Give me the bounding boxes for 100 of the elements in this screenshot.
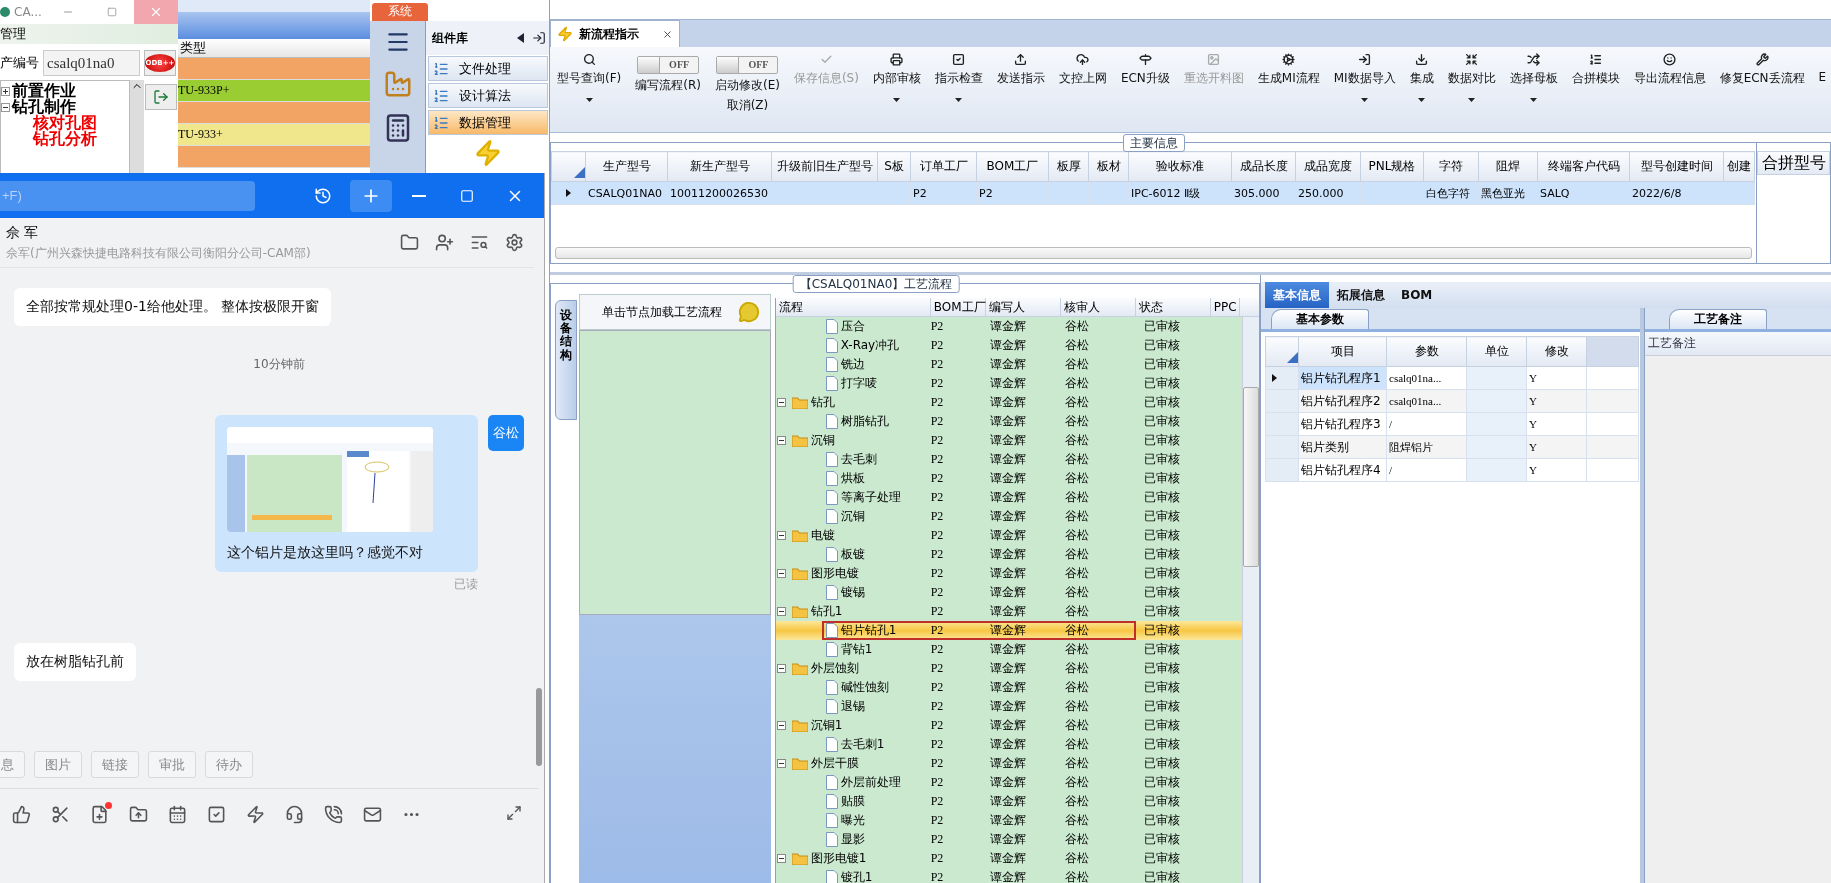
toolbar-button[interactable]: 型号查询(F) [550,49,629,105]
tree-row[interactable]: 贴膜 P2 谭金辉 谷松 已审核 [775,792,1242,811]
toggle-control[interactable]: OFF 启动修改(E) 取消(Z) [707,49,787,117]
column-header[interactable]: 流程 [775,298,931,316]
column-header[interactable]: 生产型号 [585,151,668,182]
library-item[interactable]: 数据管理 [428,110,548,135]
tree-row[interactable]: 电镀 P2 谭金辉 谷松 已审核 [775,526,1242,545]
tree-row[interactable]: 背钻1 P2 谭金辉 谷松 已审核 [775,640,1242,659]
expand-icon[interactable] [1,86,10,96]
tree-row[interactable]: 外层干膜 P2 谭金辉 谷松 已审核 [775,754,1242,773]
tree-row[interactable]: 烘板 P2 谭金辉 谷松 已审核 [775,469,1242,488]
column-header[interactable]: S板 [877,151,911,182]
column-header[interactable]: 阻焊 [1478,151,1538,182]
column-header[interactable]: 状态 [1135,298,1211,316]
tree-row[interactable]: 去毛刺 P2 谭金辉 谷松 已审核 [775,450,1242,469]
toolbar-button[interactable]: 集成 [1402,49,1441,105]
tree-row[interactable]: 铣边 P2 谭金辉 谷松 已审核 [775,355,1242,374]
column-header[interactable]: 编写人 [985,298,1061,316]
tree-row[interactable]: 沉铜 P2 谭金辉 谷松 已审核 [775,507,1242,526]
column-header[interactable]: 项目 [1298,336,1387,367]
collapse-icon[interactable] [1,102,10,112]
tree-row[interactable]: 树脂钻孔 P2 谭金辉 谷松 已审核 [775,412,1242,431]
search-field[interactable]: +F) [0,180,255,211]
add-user-icon[interactable] [435,233,454,252]
tree-row[interactable]: 外层蚀刻 P2 谭金辉 谷松 已审核 [775,659,1242,678]
tab[interactable]: BOM [1393,282,1441,308]
collapse-icon[interactable] [776,759,786,768]
tree-row[interactable]: 镀孔1 P2 谭金辉 谷松 已审核 [775,868,1242,883]
calendar-icon[interactable] [168,805,187,824]
tree-row[interactable]: 等离子处理 P2 谭金辉 谷松 已审核 [775,488,1242,507]
tree-row[interactable]: 图形电镀1 P2 谭金辉 谷松 已审核 [775,849,1242,868]
collapse-icon[interactable] [776,854,786,863]
tree-row[interactable]: 铝片钻孔1 P2 谭金辉 谷松 已审核 [775,621,1242,640]
column-header[interactable]: PPC [1210,298,1240,316]
login-icon[interactable] [532,31,546,45]
tab[interactable]: 拓展信息 [1329,282,1393,308]
file-plus-icon[interactable] [90,805,109,824]
row-header[interactable] [1265,366,1299,390]
tab[interactable]: 工艺备注 [1669,309,1767,329]
search-icon[interactable] [470,233,489,252]
tree-row[interactable]: 板镀 P2 谭金辉 谷松 已审核 [775,545,1242,564]
column-header[interactable]: PNL规格 [1360,151,1424,182]
tree-row[interactable]: 显影 P2 谭金辉 谷松 已审核 [775,830,1242,849]
toolbar-button[interactable]: 数据对比 [1440,49,1503,105]
column-header[interactable]: 成品宽度 [1295,151,1361,182]
column-header[interactable]: 单位 [1466,336,1527,367]
tree-row[interactable]: 镀锡 P2 谭金辉 谷松 已审核 [775,583,1242,602]
column-header[interactable]: 参数 [1386,336,1467,367]
tree-item[interactable]: 前置作业 [1,83,129,99]
headset-icon[interactable] [285,805,304,824]
toolbar-button[interactable]: ECN升级 [1113,49,1177,90]
toolbar-button[interactable]: MI数据导入 [1326,49,1403,105]
tree-row[interactable]: 压合 P2 谭金辉 谷松 已审核 [775,317,1242,336]
tree-row[interactable]: 去毛刺1 P2 谭金辉 谷松 已审核 [775,735,1242,754]
toolbar-button[interactable]: 合拼模块 [1564,49,1627,90]
add-button[interactable] [350,179,392,212]
list-row[interactable]: TU-933+ [178,124,370,146]
tree-row[interactable]: 退锡 P2 谭金辉 谷松 已审核 [775,697,1242,716]
tree-row[interactable]: X-Ray冲孔 P2 谭金辉 谷松 已审核 [775,336,1242,355]
scrollbar[interactable] [1242,317,1259,883]
column-header[interactable]: BOM工厂 [930,298,986,316]
collapse-icon[interactable] [776,398,786,407]
toolbar-button[interactable]: 修复ECN丢流程 [1712,49,1812,90]
column-header[interactable]: 板厚 [1048,151,1089,182]
toolbar-button[interactable]: 生成MI流程 [1250,49,1327,90]
tree-row[interactable]: 沉铜1 P2 谭金辉 谷松 已审核 [775,716,1242,735]
side-tab[interactable]: 设备结构 [555,300,577,420]
tree-row[interactable]: 钻孔1 P2 谭金辉 谷松 已审核 [775,602,1242,621]
collapse-icon[interactable] [776,607,786,616]
tree-row[interactable]: 图形电镀 P2 谭金辉 谷松 已审核 [775,564,1242,583]
scrollbar[interactable] [130,80,144,174]
tree-item[interactable]: 核对孔图 [1,115,129,131]
list-row[interactable]: TU-933P+ [178,80,370,102]
tree-row[interactable]: 曝光 P2 谭金辉 谷松 已审核 [775,811,1242,830]
tree-row[interactable]: 钻孔 P2 谭金辉 谷松 已审核 [775,393,1242,412]
toggle-switch[interactable]: OFF [637,56,700,74]
column-header[interactable]: 新生产型号 [667,151,772,182]
collapse-icon[interactable] [776,569,786,578]
tree-row[interactable]: 碱性蚀刻 P2 谭金辉 谷松 已审核 [775,678,1242,697]
expand-icon[interactable] [506,805,522,821]
column-header[interactable]: 字符 [1423,151,1479,182]
column-header[interactable]: 修改 [1526,336,1587,367]
tab[interactable]: 基本参数 [1271,309,1369,329]
column-header[interactable]: 验收标准 [1128,151,1232,182]
toolbar-button[interactable]: E [1811,49,1831,87]
library-item[interactable]: 设计算法 [428,83,548,108]
tree-row[interactable]: 沉铜 P2 谭金辉 谷松 已审核 [775,431,1242,450]
mail-icon[interactable] [363,805,382,824]
phone-icon[interactable] [324,805,343,824]
avatar[interactable]: 谷松 [488,415,524,451]
folder-upload-icon[interactable] [129,805,148,824]
checkbox-icon[interactable] [207,805,226,824]
toolbar-button[interactable]: 指示检查 [927,49,990,105]
settings-icon[interactable] [505,233,524,252]
toolbar-button[interactable]: 内部审核 [865,49,928,105]
row-header[interactable] [551,181,586,205]
column-header[interactable]: 成品长度 [1231,151,1296,182]
left-arrow-icon[interactable] [517,33,524,43]
collapse-icon[interactable] [776,721,786,730]
collapse-icon[interactable] [776,664,786,673]
